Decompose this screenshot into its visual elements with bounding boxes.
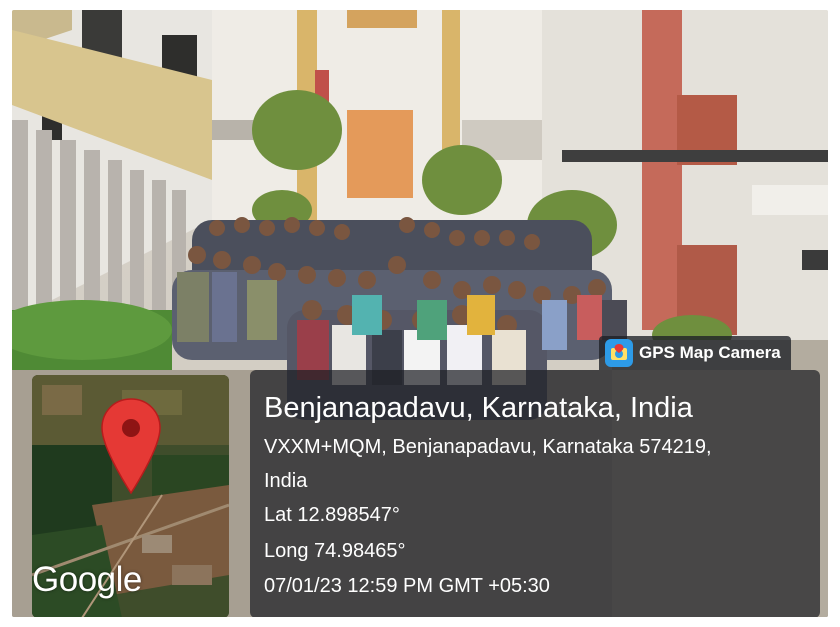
datetime-text: 07/01/23 12:59 PM GMT +05:30	[264, 575, 550, 597]
google-logo: Google	[32, 560, 142, 599]
gps-map-camera-badge: GPS Map Camera	[599, 336, 791, 370]
map-pin-icon	[101, 398, 161, 495]
location-info-panel: Benjanapadavu, Karnataka, India VXXM+MQM…	[250, 370, 820, 617]
latitude-text: Lat 12.898547°	[264, 504, 400, 526]
photo-frame: GPS Map Camera Google Benjanapadavu, Kar…	[12, 10, 828, 617]
satellite-map-thumbnail: Google	[32, 375, 229, 617]
camera-pin-icon	[611, 344, 627, 360]
gps-map-camera-app-icon	[605, 339, 633, 367]
longitude-text: Long 74.98465°	[264, 540, 406, 562]
location-title: Benjanapadavu, Karnataka, India	[264, 392, 693, 424]
address-line-1: VXXM+MQM, Benjanapadavu, Karnataka 57421…	[264, 436, 712, 458]
app-name-label: GPS Map Camera	[639, 343, 781, 362]
address-line-2: India	[264, 470, 308, 492]
